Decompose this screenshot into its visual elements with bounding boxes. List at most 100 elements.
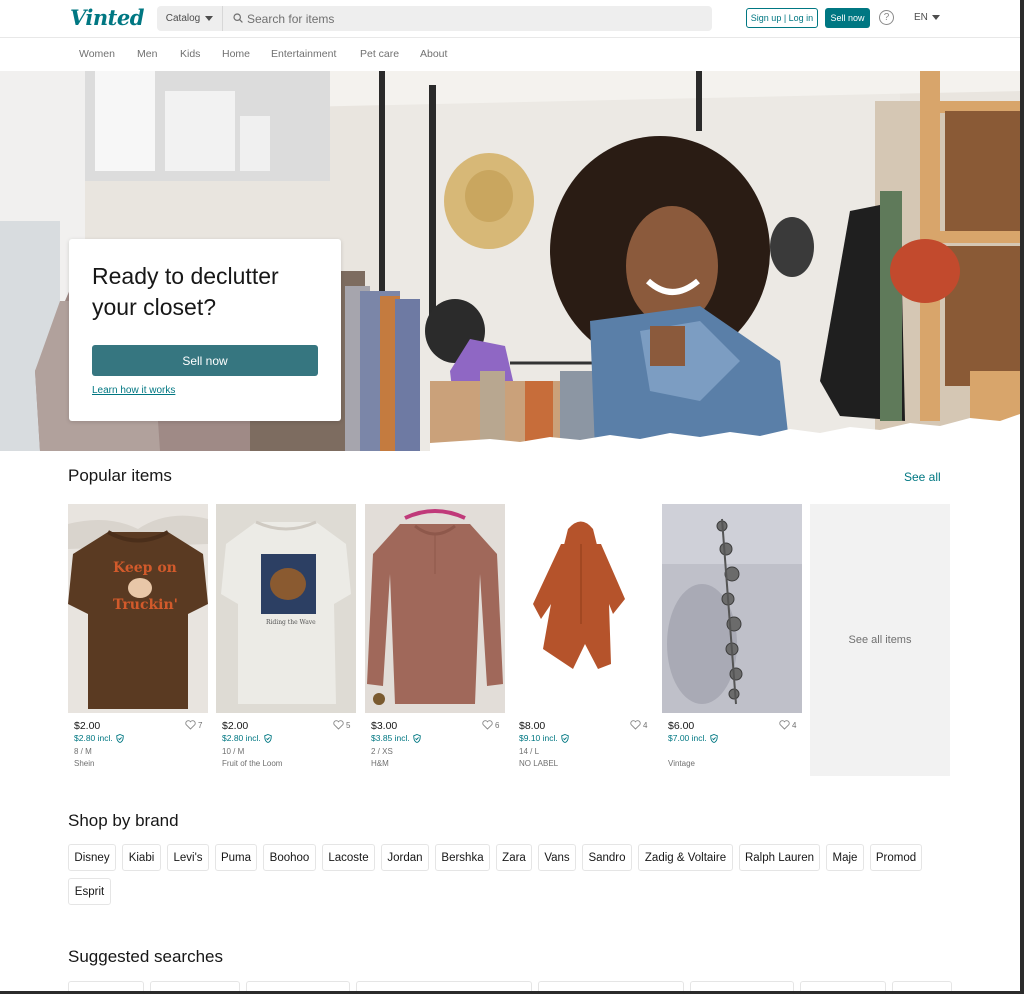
brand-chip-puma[interactable]: Puma — [215, 844, 257, 871]
brand-chip-promod[interactable]: Promod — [870, 844, 922, 871]
suggested-searches-title: Suggested searches — [68, 947, 223, 966]
sell-now-button[interactable]: Sell now — [825, 8, 870, 28]
favorite-button[interactable]: 4 — [779, 720, 796, 730]
price-incl-protection: $2.80 incl. — [74, 733, 124, 743]
item-photo[interactable] — [365, 504, 505, 713]
item-photo[interactable]: Keep on Truckin' — [68, 504, 208, 713]
item-price: $2.00 — [222, 720, 249, 732]
top-header: Vinted Catalog Sign up | Log in Sell now… — [0, 0, 1020, 38]
category-nav: Women Men Kids Home Entertainment Pet ca… — [0, 38, 1020, 71]
svg-text:Keep on: Keep on — [113, 560, 177, 576]
item-brand: H&M — [371, 759, 389, 768]
brand-chip-bershka[interactable]: Bershka — [435, 844, 490, 871]
favorite-button[interactable]: 4 — [630, 720, 647, 730]
shield-icon — [560, 733, 569, 743]
item-photo[interactable]: Riding the Wave — [216, 504, 356, 713]
hero-title: Ready to declutter your closet? — [92, 263, 279, 320]
nav-item-entertainment[interactable]: Entertainment — [271, 48, 336, 60]
brand-chip-disney[interactable]: Disney — [68, 844, 116, 871]
favorite-button[interactable]: 6 — [482, 720, 499, 730]
brand-chip-ralph-lauren[interactable]: Ralph Lauren — [739, 844, 820, 871]
item-size: 14 / L — [519, 747, 540, 756]
brand-chip-zara[interactable]: Zara — [496, 844, 532, 871]
heart-icon — [185, 720, 196, 730]
favorite-button[interactable]: 7 — [185, 720, 202, 730]
signup-login-button[interactable]: Sign up | Log in — [746, 8, 818, 28]
brand-chip-kiabi[interactable]: Kiabi — [122, 844, 161, 871]
brand-chip-vans[interactable]: Vans — [538, 844, 576, 871]
learn-how-it-works-link[interactable]: Learn how it works — [92, 385, 175, 396]
nav-item-kids[interactable]: Kids — [180, 48, 200, 60]
favorite-count: 6 — [495, 720, 500, 730]
svg-text:Truckin': Truckin' — [113, 597, 178, 613]
item-size: 2 / XS — [371, 747, 393, 756]
favorite-count: 4 — [792, 720, 797, 730]
price-incl-text: $2.80 incl. — [74, 733, 113, 743]
favorite-count: 7 — [198, 720, 203, 730]
hero-banner: Ready to declutter your closet? Sell now… — [0, 71, 1020, 451]
heart-icon — [482, 720, 493, 730]
search-icon — [233, 13, 243, 23]
shield-icon — [412, 733, 421, 743]
window-frame-edge — [1020, 0, 1024, 994]
price-incl-text: $3.85 incl. — [371, 733, 410, 743]
see-all-link[interactable]: See all — [904, 470, 941, 484]
item-brand: NO LABEL — [519, 759, 559, 768]
heart-icon — [779, 720, 790, 730]
nav-item-pet-care[interactable]: Pet care — [360, 48, 399, 60]
hero-card: Ready to declutter your closet? Sell now… — [69, 239, 341, 421]
see-all-items-card[interactable]: See all items — [810, 504, 950, 776]
item-size: 8 / M — [74, 747, 92, 756]
item-price: $8.00 — [519, 720, 546, 732]
item-price: $6.00 — [668, 720, 695, 732]
vinted-logo[interactable]: Vinted — [70, 5, 144, 30]
shield-icon — [709, 733, 718, 743]
shield-icon — [115, 733, 124, 743]
shop-by-brand-title: Shop by brand — [68, 811, 179, 830]
favorite-count: 4 — [643, 720, 648, 730]
favorite-button[interactable]: 5 — [333, 720, 350, 730]
price-incl-text: $2.80 incl. — [222, 733, 261, 743]
price-incl-text: $7.00 incl. — [668, 733, 707, 743]
favorite-count: 5 — [346, 720, 351, 730]
item-photo[interactable] — [513, 504, 653, 713]
help-icon[interactable]: ? — [879, 10, 894, 25]
svg-text:Riding the Wave: Riding the Wave — [266, 619, 316, 626]
brand-chip-zadig-voltaire[interactable]: Zadig & Voltaire — [638, 844, 733, 871]
brand-chip-sandro[interactable]: Sandro — [582, 844, 632, 871]
chevron-down-icon — [205, 16, 214, 21]
search-bar: Catalog — [157, 6, 712, 31]
catalog-dropdown[interactable]: Catalog — [157, 6, 223, 31]
popular-items-title: Popular items — [68, 466, 172, 485]
item-price: $3.00 — [371, 720, 398, 732]
search-input[interactable] — [247, 6, 697, 31]
price-incl-protection: $9.10 incl. — [519, 733, 569, 743]
nav-item-women[interactable]: Women — [79, 48, 115, 60]
item-photo[interactable] — [662, 504, 802, 713]
brand-chip-jordan[interactable]: Jordan — [381, 844, 429, 871]
item-size: 10 / M — [222, 747, 245, 756]
language-label: EN — [914, 12, 928, 23]
brand-chip-esprit[interactable]: Esprit — [68, 878, 111, 905]
chevron-down-icon — [931, 15, 940, 20]
nav-item-home[interactable]: Home — [222, 48, 250, 60]
brand-chip-levis[interactable]: Levi's — [167, 844, 209, 871]
price-incl-protection: $7.00 incl. — [668, 733, 718, 743]
item-brand: Shein — [74, 759, 95, 768]
hero-sell-now-button[interactable]: Sell now — [92, 345, 318, 376]
catalog-label: Catalog — [165, 13, 201, 24]
item-brand: Fruit of the Loom — [222, 759, 283, 768]
shield-icon — [263, 733, 272, 743]
nav-item-men[interactable]: Men — [137, 48, 157, 60]
price-incl-protection: $3.85 incl. — [371, 733, 421, 743]
language-selector[interactable]: EN — [914, 12, 940, 23]
brand-chip-maje[interactable]: Maje — [826, 844, 864, 871]
heart-icon — [630, 720, 641, 730]
brand-chip-boohoo[interactable]: Boohoo — [263, 844, 316, 871]
heart-icon — [333, 720, 344, 730]
price-incl-protection: $2.80 incl. — [222, 733, 272, 743]
item-brand: Vintage — [668, 759, 695, 768]
nav-item-about[interactable]: About — [420, 48, 447, 60]
price-incl-text: $9.10 incl. — [519, 733, 558, 743]
brand-chip-lacoste[interactable]: Lacoste — [322, 844, 375, 871]
